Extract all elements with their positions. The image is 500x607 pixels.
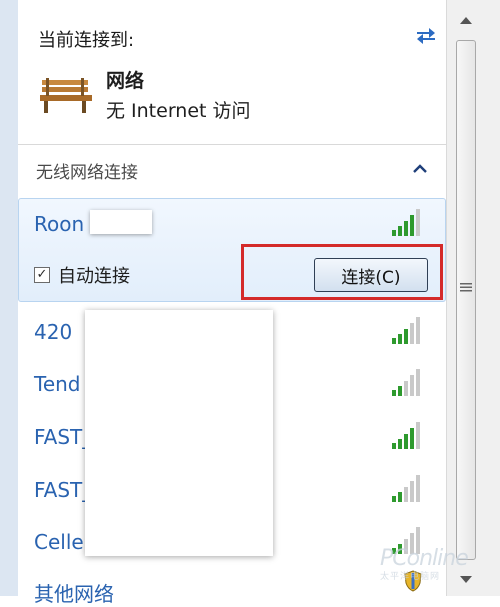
wireless-section-title: 无线网络连接 [36, 163, 138, 183]
connect-button[interactable]: 连接(C) [314, 258, 428, 292]
redaction-mask [90, 210, 152, 234]
auto-connect-row[interactable]: ✓ 自动连接 [34, 262, 130, 288]
watermark-text: PConline [380, 546, 469, 571]
scroll-up-icon[interactable] [454, 10, 478, 32]
grip-icon [460, 283, 472, 292]
signal-icon [392, 422, 420, 449]
redaction-mask [85, 310, 273, 556]
network-name[interactable]: 其他网络 [34, 578, 114, 607]
network-name[interactable]: 420 [34, 320, 72, 344]
network-name[interactable]: FAST_ [34, 478, 92, 502]
signal-icon [392, 369, 420, 396]
refresh-icon[interactable] [413, 22, 439, 48]
scrollbar-thumb[interactable] [456, 40, 476, 560]
bench-icon [40, 78, 92, 113]
current-connection-title: 当前连接到: [38, 30, 135, 51]
current-network-status: 无 Internet 访问 [106, 100, 251, 122]
auto-connect-label: 自动连接 [58, 266, 130, 287]
checkbox-icon[interactable]: ✓ [34, 267, 50, 283]
network-name[interactable]: Roon [34, 212, 84, 236]
collapse-icon[interactable] [412, 164, 428, 174]
network-name[interactable]: Celle [34, 530, 84, 554]
network-name[interactable]: FAST_ [34, 425, 92, 449]
watermark: PConline 太平洋电脑网 [380, 546, 469, 582]
signal-icon [392, 475, 420, 502]
divider [18, 144, 446, 145]
network-name[interactable]: Tend [34, 372, 81, 396]
signal-icon [392, 317, 420, 344]
signal-icon [392, 209, 420, 236]
current-network-name: 网络 [106, 70, 145, 92]
